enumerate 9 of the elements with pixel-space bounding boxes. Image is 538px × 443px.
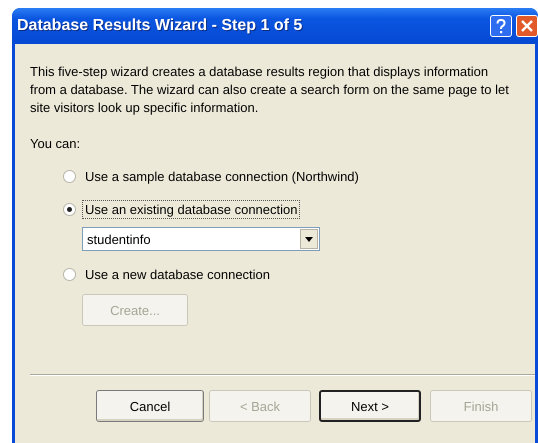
wizard-button[interactable]: Cancel [96,390,204,422]
connection-dropdown[interactable]: studentinfo [82,227,320,251]
radio-label: Use a new database connection [84,266,272,284]
window-title: Database Results Wizard - Step 1 of 5 [17,17,304,35]
intro-text: This five-step wizard creates a database results region that displays information from a database. The wizard can also create a search form on the same page to let site visitors look up specific information. [30,63,510,117]
prompt-text: You can: [30,135,82,153]
radio-label: Use a sample database connection (Northwind) [84,168,360,186]
wizard-button[interactable]: Next > [319,390,421,422]
radio-label: Use an existing database connection [82,200,300,219]
